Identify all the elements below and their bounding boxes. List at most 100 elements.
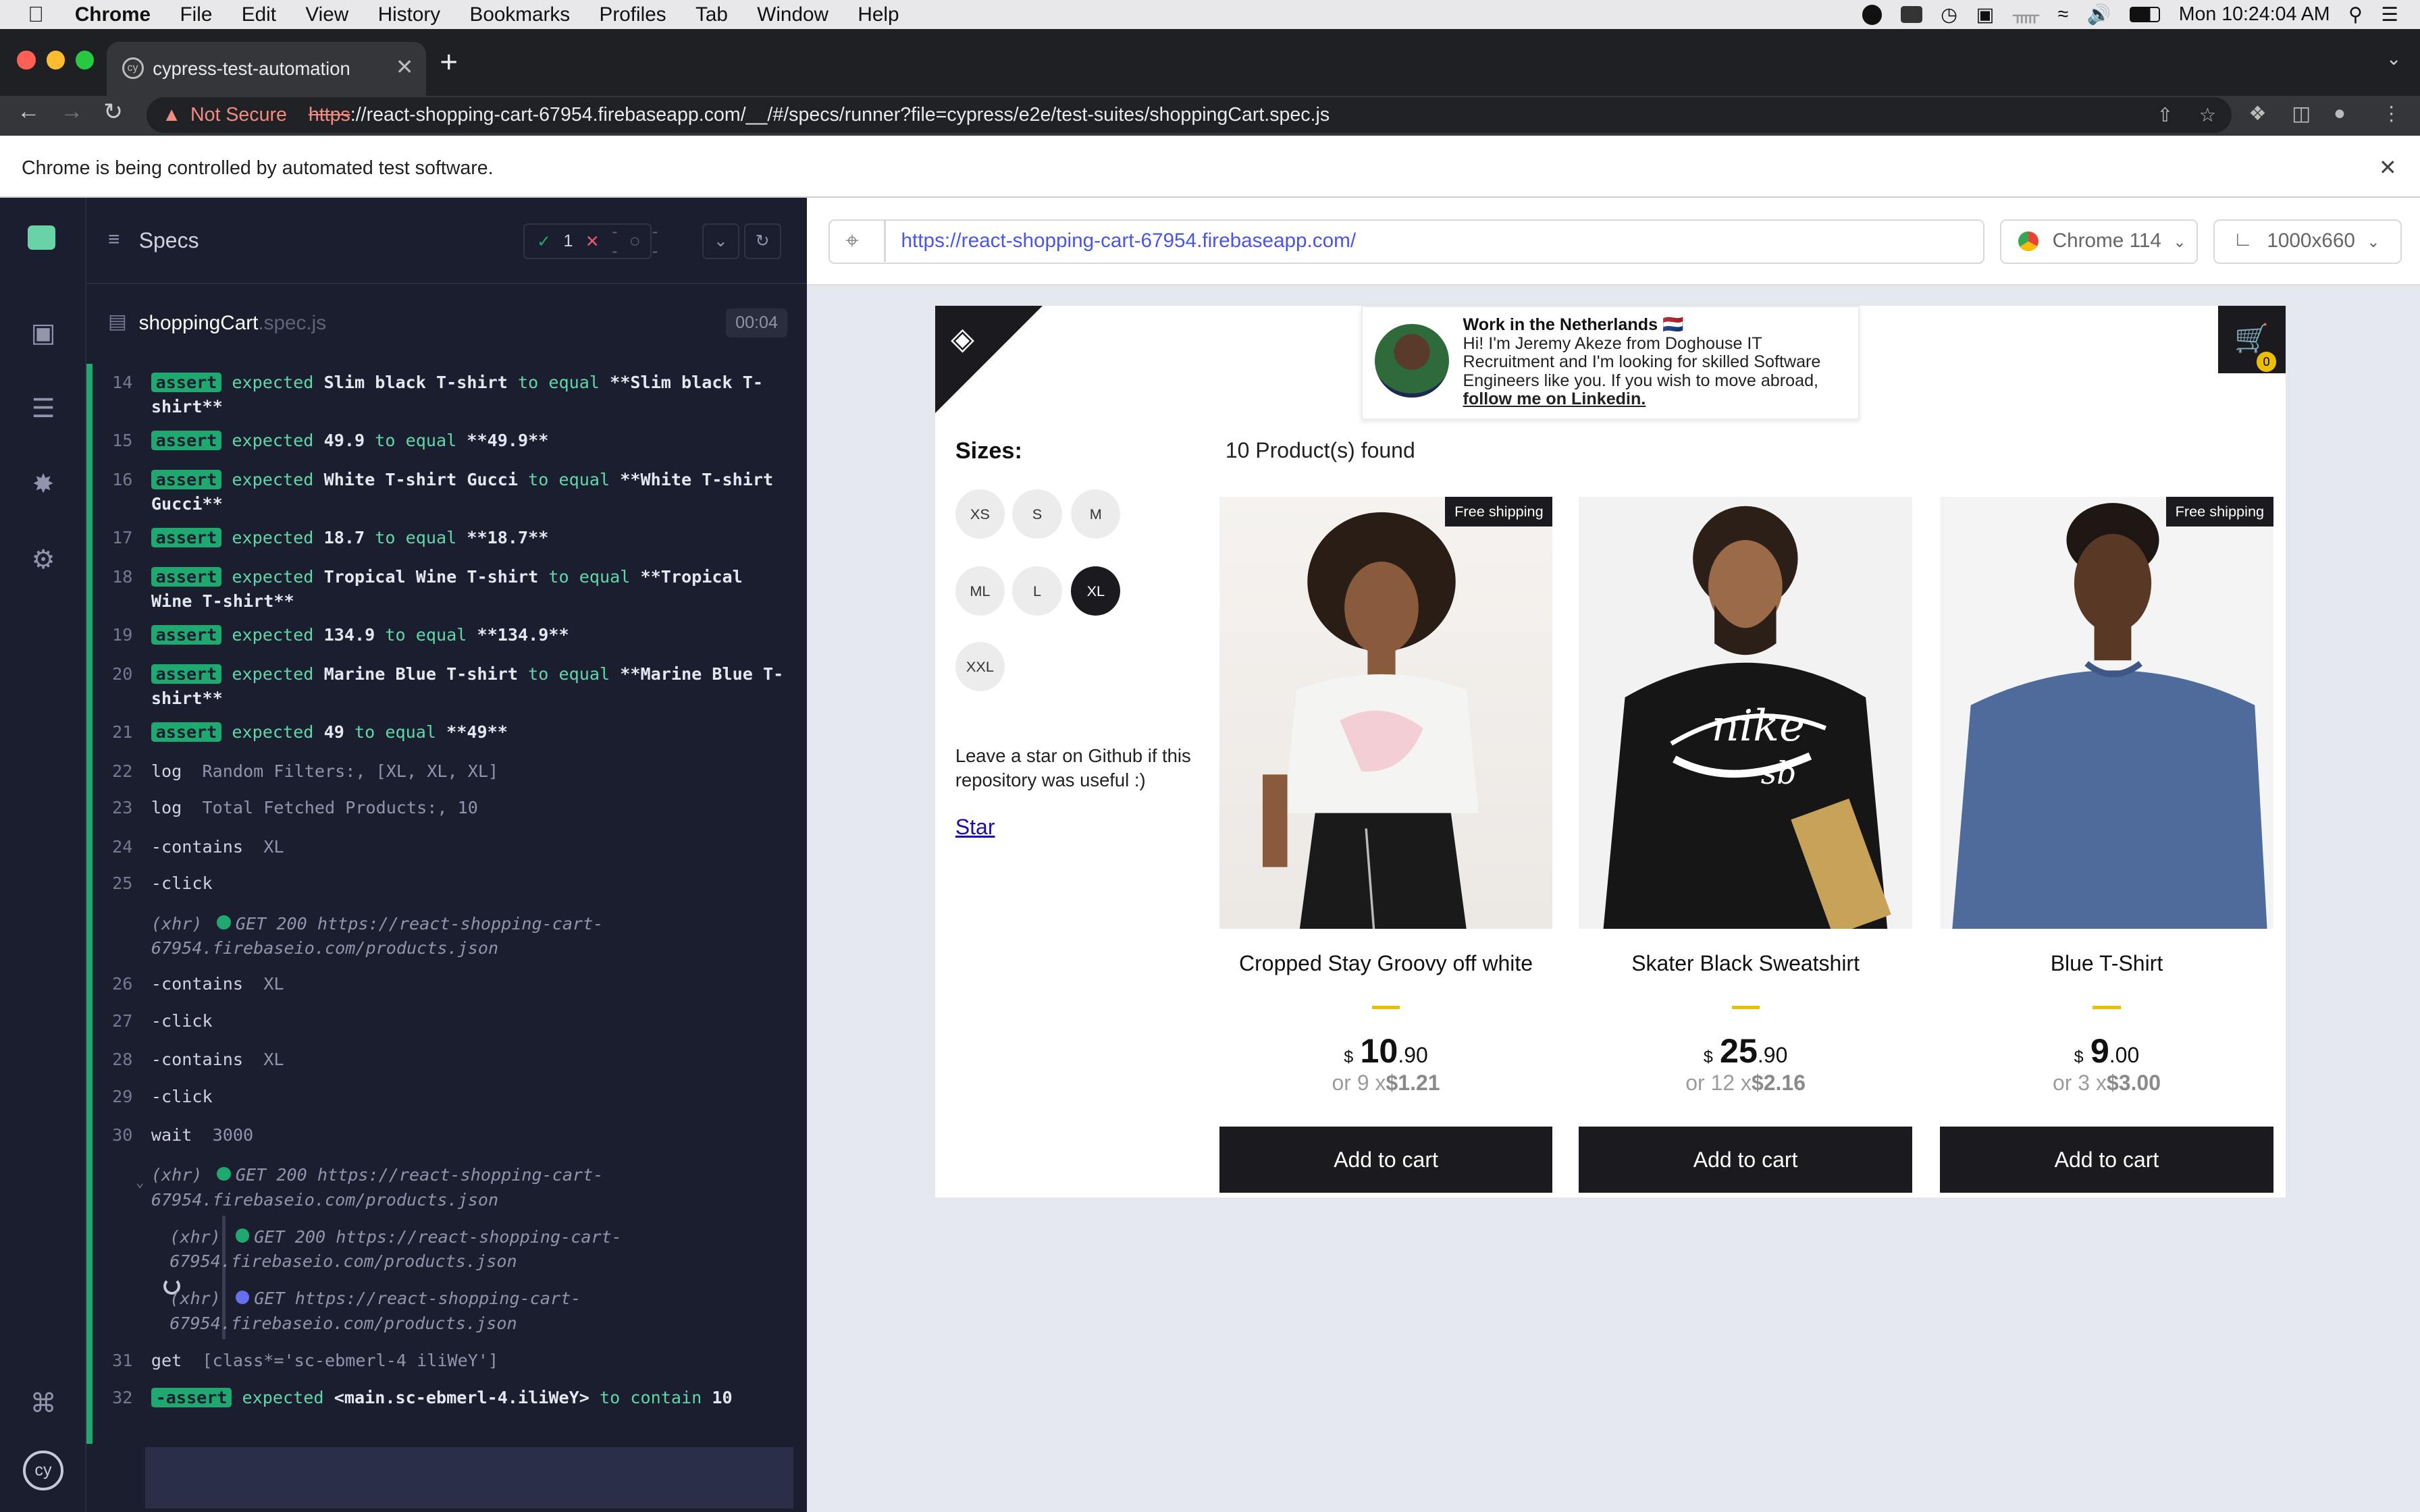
- command-row[interactable]: 16 assert expected White T-shirt Gucci t…: [112, 468, 792, 517]
- browser-tab[interactable]: cy cypress-test-automation ✕: [106, 41, 426, 96]
- banner-linkedin-link[interactable]: follow me on Linkedin.: [1463, 389, 1849, 408]
- aut-url-field[interactable]: ⌖ https://react-shopping-cart-67954.fire…: [828, 219, 1985, 264]
- command-row[interactable]: 23 log Total Fetched Products:, 10: [112, 796, 792, 821]
- size-filter-ml[interactable]: ML: [955, 566, 1005, 616]
- add-to-cart-button[interactable]: Add to cart: [1579, 1126, 1912, 1193]
- command-row-xhr-pending[interactable]: (xhr) GET https://react-shopping-cart-67…: [169, 1287, 787, 1336]
- browser-selector[interactable]: Chrome 114 ⌄: [2000, 219, 2198, 264]
- menu-view[interactable]: View: [305, 3, 348, 26]
- bookmark-star-icon[interactable]: ☆: [2199, 103, 2217, 127]
- product-image[interactable]: nike sb: [1579, 496, 1912, 929]
- command-row[interactable]: 32 -assert expected <main.sc-ebmerl-4.il…: [112, 1386, 792, 1411]
- menu-profiles[interactable]: Profiles: [600, 3, 666, 26]
- menu-app[interactable]: Chrome: [75, 3, 151, 26]
- side-panel-icon[interactable]: ◫: [2292, 102, 2311, 126]
- command-row-xhr[interactable]: (xhr) GET 200 https://react-shopping-car…: [151, 912, 792, 961]
- add-to-cart-button[interactable]: Add to cart: [1940, 1126, 2273, 1193]
- command-row[interactable]: 26 -contains XL: [112, 972, 792, 997]
- command-row[interactable]: 29 -click: [112, 1085, 792, 1110]
- profile-icon[interactable]: ●: [2334, 102, 2346, 125]
- keyboard-shortcuts-icon[interactable]: ⌘: [28, 1388, 59, 1420]
- debug-nav-icon[interactable]: ✸: [28, 469, 59, 500]
- spotlight-icon[interactable]: ⚲: [2348, 3, 2363, 26]
- github-star-link[interactable]: Star: [955, 815, 995, 840]
- command-row[interactable]: 28 -contains XL: [112, 1048, 792, 1073]
- github-octocat-icon[interactable]: ◈: [951, 321, 974, 356]
- size-filter-l[interactable]: L: [1012, 566, 1062, 616]
- control-center-icon[interactable]: ☰: [2381, 3, 2398, 26]
- command-row[interactable]: 25 -click: [112, 871, 792, 896]
- spec-file-name[interactable]: shoppingCart.spec.js: [139, 312, 326, 335]
- project-icon[interactable]: [28, 225, 56, 250]
- specs-nav-icon[interactable]: ▣: [28, 318, 59, 349]
- close-tab-icon[interactable]: ✕: [396, 54, 414, 80]
- forward-icon[interactable]: →: [60, 99, 83, 125]
- runner-header: ⌖ https://react-shopping-cart-67954.fire…: [807, 197, 2420, 286]
- command-row[interactable]: 24 -contains XL: [112, 835, 792, 860]
- rerun-button[interactable]: ↻: [743, 223, 781, 259]
- command-row[interactable]: 27 -click: [112, 1009, 792, 1034]
- screen-record-icon[interactable]: ▣: [1976, 3, 1995, 26]
- share-icon[interactable]: ⇧: [2157, 103, 2173, 127]
- size-filter-m[interactable]: M: [1071, 489, 1121, 539]
- settings-nav-icon[interactable]: ⚙: [28, 545, 59, 576]
- command-row[interactable]: 15 assert expected 49.9 to equal **49.9*…: [112, 429, 792, 454]
- reload-icon[interactable]: ↻: [103, 99, 123, 126]
- chevron-down-icon[interactable]: ⌄: [136, 1170, 144, 1195]
- specs-title[interactable]: Specs: [139, 228, 199, 253]
- size-filter-xs[interactable]: XS: [955, 489, 1005, 539]
- apple-icon[interactable]: : [28, 2, 44, 27]
- product-image[interactable]: Free shipping: [1219, 496, 1553, 929]
- command-row[interactable]: 19 assert expected 134.9 to equal **134.…: [112, 623, 792, 648]
- command-row[interactable]: 22 log Random Filters:, [XL, XL, XL]: [112, 759, 792, 784]
- command-row[interactable]: 18 assert expected Tropical Wine T-shirt…: [112, 565, 792, 614]
- runs-nav-icon[interactable]: ☰: [28, 394, 59, 425]
- zoom-window-icon[interactable]: [75, 51, 95, 70]
- wifi-icon[interactable]: ≈: [2057, 3, 2068, 26]
- add-to-cart-button[interactable]: Add to cart: [1219, 1126, 1553, 1193]
- status-app-icon[interactable]: [1862, 4, 1883, 25]
- viewport-selector[interactable]: ∟ 1000x660 ⌄: [2213, 219, 2402, 264]
- minimize-window-icon[interactable]: [46, 51, 65, 70]
- command-row[interactable]: 17 assert expected 18.7 to equal **18.7*…: [112, 526, 792, 551]
- cart-button[interactable]: 🛒 0: [2217, 305, 2286, 374]
- bluetooth-icon[interactable]: ᚅ: [2013, 3, 2039, 26]
- expand-collapse-button[interactable]: ⌄: [702, 223, 739, 259]
- menu-help[interactable]: Help: [858, 3, 899, 26]
- status-s-icon[interactable]: [1900, 6, 1922, 24]
- clock[interactable]: Mon 10:24:04 AM: [2179, 3, 2330, 26]
- extensions-icon[interactable]: ❖: [2248, 102, 2267, 126]
- menu-edit[interactable]: Edit: [242, 3, 276, 26]
- close-infobar-icon[interactable]: ✕: [2379, 155, 2397, 180]
- volume-icon[interactable]: 🔊: [2087, 3, 2111, 26]
- size-filter-s[interactable]: S: [1012, 489, 1062, 539]
- command-row-xhr-group[interactable]: ⌄ (xhr) GET 200 https://react-shopping-c…: [136, 1163, 792, 1212]
- menu-window[interactable]: Window: [757, 3, 828, 26]
- size-filter-xxl[interactable]: XXL: [955, 641, 1005, 691]
- size-filter-xl[interactable]: XL: [1071, 566, 1121, 616]
- chrome-menu-icon[interactable]: ⋮: [2382, 102, 2402, 126]
- specs-list-icon[interactable]: ≡: [108, 228, 120, 251]
- cypress-logo-icon[interactable]: cy: [23, 1450, 63, 1490]
- tab-search-icon[interactable]: ⌄: [2386, 48, 2402, 70]
- menu-tab[interactable]: Tab: [695, 3, 728, 26]
- command-row[interactable]: 31 get [class*='sc-ebmerl-4 iliWeY']: [112, 1349, 792, 1374]
- close-window-icon[interactable]: [17, 51, 36, 70]
- command-row[interactable]: 14 assert expected Slim black T-shirt to…: [112, 371, 792, 420]
- not-secure-label[interactable]: Not Secure: [190, 104, 287, 126]
- selector-playground-icon[interactable]: ⌖: [845, 228, 858, 254]
- new-tab-button[interactable]: +: [440, 45, 458, 80]
- address-bar[interactable]: ▲ Not Secure https ://react-shopping-car…: [147, 97, 2232, 133]
- warning-icon[interactable]: ▲: [162, 104, 181, 126]
- back-icon[interactable]: ←: [17, 99, 40, 125]
- command-row[interactable]: 30 wait 3000: [112, 1123, 792, 1148]
- command-row[interactable]: 21 assert expected 49 to equal **49**: [112, 720, 792, 745]
- menu-bookmarks[interactable]: Bookmarks: [470, 3, 571, 26]
- clock-sync-icon[interactable]: ◷: [1941, 3, 1957, 26]
- menu-history[interactable]: History: [378, 3, 440, 26]
- command-row-xhr[interactable]: (xhr) GET 200 https://react-shopping-car…: [169, 1225, 787, 1274]
- battery-icon[interactable]: [2129, 7, 2161, 23]
- menu-file[interactable]: File: [180, 3, 213, 26]
- command-row[interactable]: 20 assert expected Marine Blue T-shirt t…: [112, 662, 792, 711]
- product-image[interactable]: Free shipping: [1940, 496, 2273, 929]
